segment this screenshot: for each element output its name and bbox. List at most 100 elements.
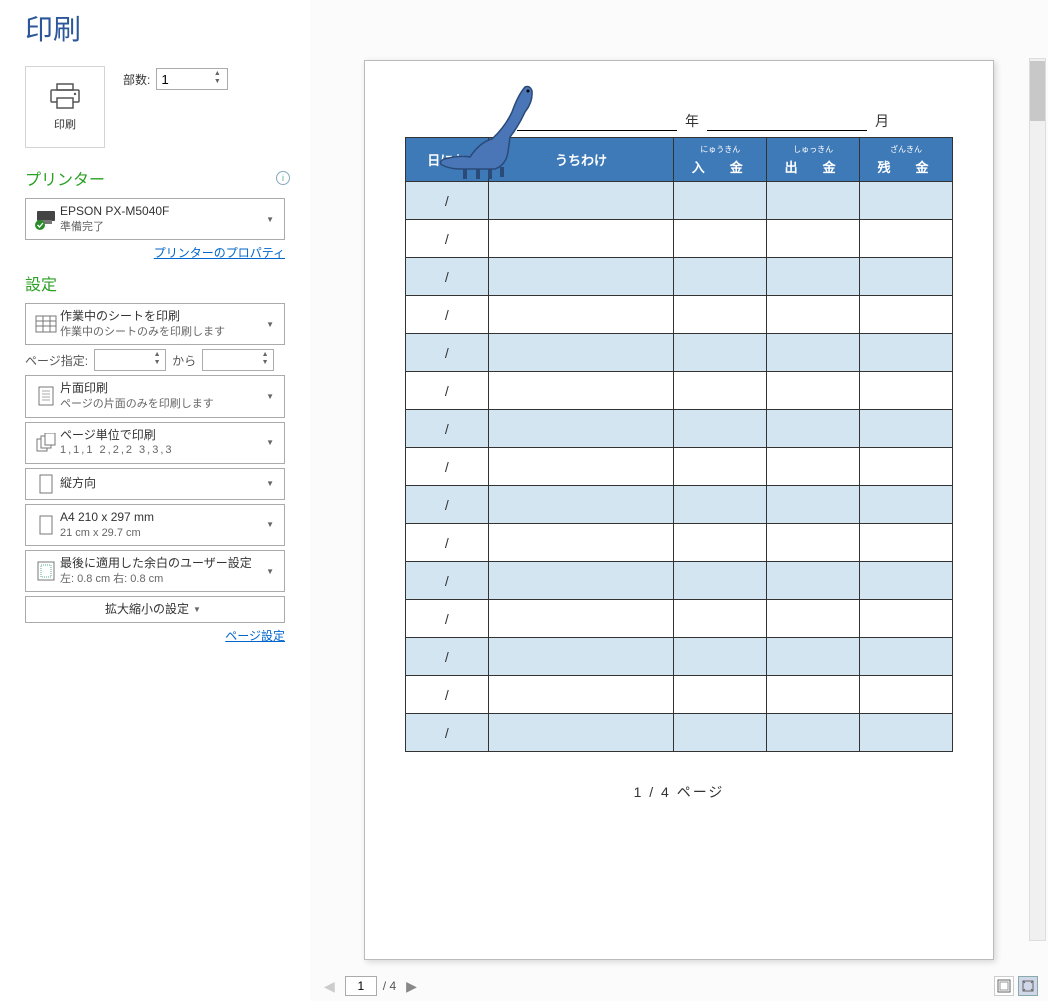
- preview-area: 年 月: [310, 0, 1048, 1001]
- printer-properties-link[interactable]: プリンターのプロパティ: [154, 246, 285, 260]
- print-scope-title: 作業中のシートを印刷: [60, 308, 262, 325]
- cell: [488, 638, 674, 676]
- table-row: /: [406, 372, 953, 410]
- cell: [674, 524, 767, 562]
- sheet-icon: [35, 315, 57, 333]
- cell: [488, 714, 674, 752]
- chevron-down-icon: ▼: [262, 320, 278, 329]
- orientation-dropdown[interactable]: 縦方向 ▼: [25, 468, 285, 500]
- print-scope-sub: 作業中のシートのみを印刷します: [60, 325, 262, 340]
- page-to-input[interactable]: ▲▼: [202, 349, 274, 371]
- margins-dropdown[interactable]: 最後に適用した余白のユーザー設定 左: 0.8 cm 右: 0.8 cm ▼: [25, 550, 285, 592]
- cell: [488, 562, 674, 600]
- view-margins-button[interactable]: [994, 976, 1014, 996]
- copies-up-icon[interactable]: ▲: [211, 70, 223, 78]
- sides-sub: ページの片面のみを印刷します: [60, 397, 262, 412]
- cell: [860, 258, 953, 296]
- down-icon[interactable]: ▼: [259, 359, 271, 367]
- date-cell: /: [406, 410, 489, 448]
- cell: [860, 448, 953, 486]
- page-number-input[interactable]: [345, 976, 377, 996]
- settings-section-header: 設定: [25, 271, 57, 295]
- info-icon[interactable]: i: [276, 171, 290, 185]
- date-cell: /: [406, 486, 489, 524]
- cell: [767, 638, 860, 676]
- date-cell: /: [406, 600, 489, 638]
- scaling-dropdown[interactable]: 拡大縮小の設定 ▼: [25, 596, 285, 623]
- cell: [767, 714, 860, 752]
- print-button[interactable]: 印刷: [25, 66, 105, 148]
- collate-title: ページ単位で印刷: [60, 427, 262, 444]
- cell: [674, 296, 767, 334]
- printer-name: EPSON PX-M5040F: [60, 203, 262, 220]
- cell: [674, 600, 767, 638]
- cell: [767, 562, 860, 600]
- zoom-to-page-button[interactable]: [1018, 976, 1038, 996]
- next-page-button[interactable]: ▶: [402, 978, 421, 995]
- page-range-label: ページ指定:: [25, 352, 88, 369]
- cell: [860, 486, 953, 524]
- sides-title: 片面印刷: [60, 380, 262, 397]
- copies-value[interactable]: [161, 72, 201, 87]
- margins-title: 最後に適用した余白のユーザー設定: [60, 555, 262, 572]
- paper-dropdown[interactable]: A4 210 x 297 mm 21 cm x 29.7 cm ▼: [25, 504, 285, 546]
- chevron-down-icon: ▼: [262, 479, 278, 488]
- down-icon[interactable]: ▼: [151, 359, 163, 367]
- cell: [674, 258, 767, 296]
- cell: [488, 448, 674, 486]
- paper-icon: [37, 514, 55, 536]
- cell: [860, 296, 953, 334]
- month-label: 月: [875, 111, 889, 131]
- cell: [767, 220, 860, 258]
- collate-icon: [35, 433, 57, 453]
- margins-icon: [36, 560, 56, 582]
- chevron-down-icon: ▼: [262, 567, 278, 576]
- date-cell: /: [406, 372, 489, 410]
- printer-icon: [47, 82, 83, 112]
- page-preview: 年 月: [364, 60, 994, 960]
- page-footer: 1 / 4 ページ: [405, 782, 953, 802]
- copies-input[interactable]: ▲ ▼: [156, 68, 228, 90]
- printer-section-header: プリンター: [25, 166, 105, 190]
- page-single-icon: [36, 385, 56, 407]
- chevron-down-icon: ▼: [262, 520, 278, 529]
- dinosaur-icon: [430, 77, 550, 200]
- cell: [860, 676, 953, 714]
- date-cell: /: [406, 258, 489, 296]
- date-cell: /: [406, 676, 489, 714]
- up-icon[interactable]: ▲: [151, 351, 163, 359]
- chevron-down-icon: ▼: [189, 605, 205, 614]
- print-button-label: 印刷: [54, 116, 76, 132]
- paper-sub: 21 cm x 29.7 cm: [60, 526, 262, 541]
- scaling-title: 拡大縮小の設定: [105, 601, 189, 618]
- copies-down-icon[interactable]: ▼: [211, 78, 223, 86]
- table-row: /: [406, 676, 953, 714]
- table-row: /: [406, 486, 953, 524]
- prev-page-button[interactable]: ◀: [320, 978, 339, 995]
- print-scope-dropdown[interactable]: 作業中のシートを印刷 作業中のシートのみを印刷します ▼: [25, 303, 285, 345]
- cell: [860, 334, 953, 372]
- date-cell: /: [406, 448, 489, 486]
- cell: [674, 676, 767, 714]
- vertical-scrollbar[interactable]: [1029, 58, 1046, 941]
- cell: [674, 334, 767, 372]
- page-title: 印刷: [25, 8, 290, 48]
- cell: [860, 410, 953, 448]
- scrollbar-thumb[interactable]: [1030, 61, 1045, 121]
- page-setup-link[interactable]: ページ設定: [225, 629, 285, 643]
- cell: [674, 448, 767, 486]
- cell: [860, 714, 953, 752]
- up-icon[interactable]: ▲: [259, 351, 271, 359]
- ledger-table: 日にち うちわけ にゅうきん入 金 しゅっきん出 金 ざんきん残 金 /////…: [405, 137, 953, 752]
- printer-dropdown[interactable]: EPSON PX-M5040F 準備完了 ▼: [25, 198, 285, 240]
- cell: [767, 258, 860, 296]
- cell: [674, 372, 767, 410]
- cell: [488, 524, 674, 562]
- page-from-input[interactable]: ▲▼: [94, 349, 166, 371]
- collate-dropdown[interactable]: ページ単位で印刷 1,1,1 2,2,2 3,3,3 ▼: [25, 422, 285, 464]
- portrait-icon: [37, 473, 55, 495]
- cell: [488, 296, 674, 334]
- th-balance: ざんきん残 金: [860, 138, 953, 182]
- chevron-down-icon: ▼: [262, 215, 278, 224]
- sides-dropdown[interactable]: 片面印刷 ページの片面のみを印刷します ▼: [25, 375, 285, 417]
